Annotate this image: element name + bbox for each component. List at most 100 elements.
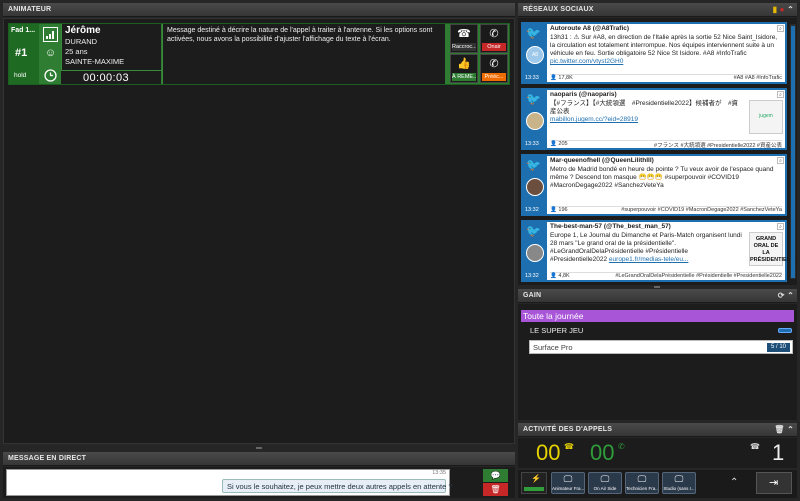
- avatar: [526, 244, 544, 262]
- tweet-time: 13:32: [525, 207, 539, 213]
- monitor-icon: 🖵: [637, 474, 647, 484]
- gain-period-bar[interactable]: Toute la journée: [521, 310, 794, 322]
- total-calls-count: 1: [772, 440, 785, 465]
- tweet-text: 13h31 : ⚠ Sur #A8, en direction de l'Ita…: [550, 34, 780, 66]
- phone-transfer-icon: ✆: [489, 58, 499, 70]
- call-timer-value: 00:00:03: [83, 72, 130, 84]
- caller-age: 25 ans: [65, 47, 88, 56]
- logout-icon: ⇥: [769, 477, 779, 489]
- view-technicien-button[interactable]: 🖵 Technicien Fra...: [625, 472, 659, 494]
- tweet-card[interactable]: 🐦 A8 13:33 Autoroute A8 (@A8Trafic) ⌕ 13…: [521, 22, 787, 84]
- caller-icons: ☺: [40, 24, 60, 84]
- status-indicator[interactable]: ⚡: [521, 472, 547, 494]
- waiting-phone-icon: ☎: [564, 442, 574, 451]
- tweet-footer: 👤 17,8K #A8 #A8 #InfoTrafic: [550, 74, 782, 81]
- activite-panel: 00 ☎ 00 ✆ ☎ 1: [518, 438, 797, 468]
- follower-count: 196: [558, 207, 568, 213]
- search-icon[interactable]: ⌕: [777, 157, 784, 164]
- tweet-text: Metro de Madrid bondé en heure de pointe…: [550, 166, 774, 189]
- gain-header-icons: ⟳ ⌃: [778, 291, 794, 300]
- animateur-panel: Fad 1... #1 hold ☺ Jérôme DURAND 25 ans …: [3, 18, 515, 444]
- call-actions: ☎ Raccroc... ✆ Onair 👍 À REME... ✆ Prééc…: [450, 24, 510, 84]
- clock-icon: [44, 69, 57, 82]
- view-label: Technicien Fra...: [626, 486, 658, 491]
- tweet-link[interactable]: pic.twitter.com/vtyst2GH0: [550, 58, 623, 65]
- caller-firstname: Jérôme: [65, 25, 101, 36]
- twitter-bird-icon: 🐦: [526, 26, 541, 40]
- tweet-tags: #フランス #大統領選 #Presidentielle2022 #資産公表: [654, 143, 782, 149]
- tweet-thumbnail[interactable]: GRAND ORAL DE LA PRÉSIDENTIELLE: [749, 232, 798, 266]
- collapse-icon[interactable]: ⌃: [787, 5, 794, 14]
- splitter-handle[interactable]: [256, 447, 262, 449]
- follower-count: 4,8K: [558, 273, 570, 279]
- trash-icon: 🗑: [490, 485, 501, 494]
- onair-button[interactable]: ✆ Onair: [480, 24, 508, 53]
- gain-header: GAIN ⟳ ⌃: [518, 289, 797, 303]
- total-phone-icon: ☎: [750, 442, 760, 451]
- tweet-sidebar: 🐦 13:33: [523, 90, 547, 148]
- left-column: ANIMATEUR Fad 1... #1 hold ☺ Jérôme DURA…: [3, 3, 515, 498]
- send-message-button[interactable]: 💬: [483, 469, 508, 482]
- view-studio-button[interactable]: 🖵 Studio (sans r...: [662, 472, 696, 494]
- gain-item[interactable]: Surface Pro 5 / 10: [529, 340, 793, 354]
- social-scrollbar[interactable]: [790, 24, 796, 279]
- monitor-icon: 🖵: [563, 474, 573, 484]
- trash-icon[interactable]: 🗑: [774, 425, 784, 434]
- gain-item-name: Surface Pro: [533, 343, 573, 352]
- onair-calls-count: 00: [590, 440, 615, 465]
- tweet-card[interactable]: 🐦 13:33 naoparis (@naoparis) ⌕ 【#フランス】【#…: [521, 88, 787, 150]
- gain-lot-label: LE SUPER JEU: [530, 326, 584, 335]
- call-queue-column: Fad 1... #1 hold: [9, 24, 39, 84]
- refresh-icon[interactable]: ⟳: [778, 291, 785, 300]
- collapse-lot-button[interactable]: [778, 328, 792, 333]
- tweet-card[interactable]: 🐦 13:32 Mar-queenofhell (@QueenLilithIII…: [521, 154, 787, 216]
- delete-message-button[interactable]: 🗑: [483, 483, 508, 496]
- tweet-footer: 👤 196 #superpouvoir #COVID19 #MacronDega…: [550, 206, 782, 213]
- tweet-card[interactable]: 🐦 13:32 The-best-man-57 (@The_best_man_5…: [521, 220, 798, 282]
- right-column: RÉSEAUX SOCIAUX ▮ ● ⌃ 🐦 A8 13:33 Autorou…: [518, 3, 797, 498]
- collapse-icon[interactable]: ⌃: [787, 425, 794, 434]
- tweet-link[interactable]: mabillon.jugem.cc/?eid=28919: [550, 116, 638, 123]
- tweet-thumbnail[interactable]: jugem: [749, 100, 783, 134]
- tweet-tags: #LeGrandOralDelaPrésidentielle #Présiden…: [615, 273, 782, 279]
- hold-label[interactable]: hold: [14, 72, 26, 79]
- scrollbar-thumb[interactable]: [791, 26, 795, 278]
- remember-button[interactable]: 👍 À REME...: [450, 54, 478, 83]
- activite-header: ACTIVITÉ DES D'APPELS 🗑 ⌃: [518, 423, 797, 437]
- record-icon[interactable]: ●: [780, 5, 785, 14]
- search-icon[interactable]: ⌕: [777, 25, 784, 32]
- preselect-button[interactable]: ✆ Prééc...: [480, 54, 508, 83]
- tweet-sidebar: 🐦 A8 13:33: [523, 24, 547, 82]
- view-animateur-button[interactable]: 🖵 Animateur Fra...: [551, 472, 585, 494]
- hangup-label: Raccroc...: [452, 43, 476, 51]
- tweet-text: 【#フランス】【#大統領選 #Presidentielle2022】候補者が #…: [550, 100, 740, 124]
- view-label: Animateur Fra...: [552, 486, 584, 491]
- activite-title: ACTIVITÉ DES D'APPELS: [523, 426, 613, 433]
- thumbnail-caption: GRAND ORAL DE LA PRÉSIDENTIELLE: [750, 236, 798, 263]
- tweet-text-body: 【#フランス】【#大統領選 #Presidentielle2022】候補者が #…: [550, 100, 739, 115]
- active-call-card[interactable]: Fad 1... #1 hold ☺ Jérôme DURAND 25 ans …: [8, 23, 510, 85]
- monitor-icon: 🖵: [600, 474, 610, 484]
- app-window: ANIMATEUR Fad 1... #1 hold ☺ Jérôme DURA…: [0, 0, 800, 501]
- remember-label: À REME...: [452, 73, 476, 81]
- tweet-text-body: 13h31 : ⚠ Sur #A8, en direction de l'Ita…: [550, 34, 778, 57]
- status-bar: [524, 487, 544, 491]
- search-icon[interactable]: ⌕: [777, 223, 784, 230]
- tweet-text: Europe 1, Le Journal du Dimanche et Pari…: [550, 232, 745, 264]
- pause-icon[interactable]: ▮: [773, 5, 778, 14]
- search-icon[interactable]: ⌕: [777, 91, 784, 98]
- hangup-button[interactable]: ☎ Raccroc...: [450, 24, 478, 53]
- call-position: #1: [15, 47, 28, 59]
- logout-button[interactable]: ⇥: [756, 472, 792, 494]
- collapse-icon[interactable]: ⌃: [787, 291, 794, 300]
- onair-label: Onair: [482, 43, 506, 51]
- tweet-follower-count: 👤 205: [550, 141, 568, 147]
- gain-item-count: 5 / 10: [766, 343, 790, 352]
- view-onair-button[interactable]: 🖵 On Air Side: [588, 472, 622, 494]
- message-input[interactable]: 13:35 Si vous le souhaitez, je peux mett…: [6, 469, 453, 496]
- queue-label: Fad 1...: [11, 27, 36, 34]
- tweet-link[interactable]: europe1.fr/medias-tele/eu...: [609, 256, 689, 263]
- avatar: [526, 178, 544, 196]
- splitter-handle[interactable]: [654, 286, 660, 288]
- chevron-up-icon[interactable]: ⌃: [730, 477, 738, 488]
